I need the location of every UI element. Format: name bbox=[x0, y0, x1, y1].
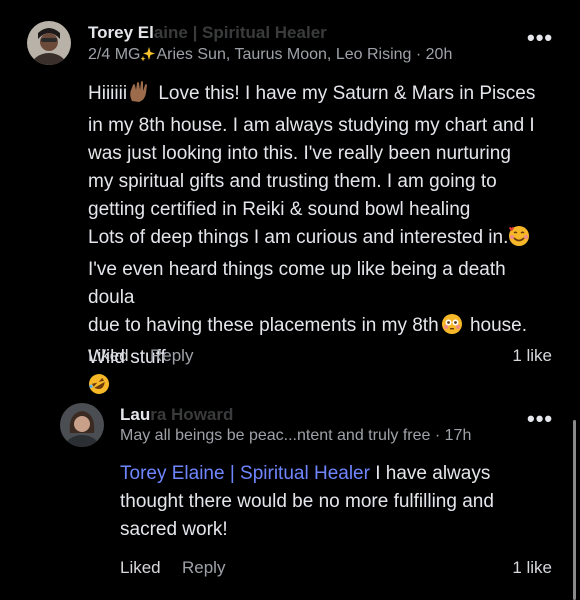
flushed-face-emoji bbox=[441, 313, 463, 344]
avatar[interactable] bbox=[60, 403, 104, 447]
like-count[interactable]: 1 like bbox=[512, 558, 552, 578]
reply-button[interactable]: Reply bbox=[182, 558, 225, 578]
comment-line: Lots of deep things I am curious and int… bbox=[88, 224, 568, 256]
reply-body: Torey Elaine | Spiritual Healer I have a… bbox=[120, 460, 560, 544]
sparkles-emoji bbox=[140, 45, 156, 68]
smiling-face-with-hearts-emoji bbox=[508, 225, 530, 256]
more-options-icon[interactable]: ••• bbox=[527, 27, 553, 49]
mention-link[interactable]: Torey Elaine | Spiritual Healer bbox=[120, 463, 370, 484]
more-options-icon[interactable]: ••• bbox=[527, 408, 553, 430]
reply-line: Torey Elaine | Spiritual Healer I have a… bbox=[120, 463, 491, 484]
comment-line: my spiritual gifts and trusting them. I … bbox=[88, 171, 497, 192]
author-name[interactable]: Torey Elaine | Spiritual Healer bbox=[88, 23, 327, 43]
like-count[interactable]: 1 like bbox=[512, 346, 552, 366]
author-subtitle: 2/4 MG Aries Sun, Taurus Moon, Leo Risin… bbox=[88, 45, 452, 68]
like-button[interactable]: Liked bbox=[120, 558, 161, 578]
author-name[interactable]: Laura Howard bbox=[120, 405, 233, 425]
comment-line: was just looking into this. I've really … bbox=[88, 143, 511, 164]
like-button[interactable]: Liked bbox=[88, 346, 129, 366]
comment-line: in my 8th house. I am always studying my… bbox=[88, 115, 535, 136]
reply-button[interactable]: Reply bbox=[150, 346, 193, 366]
comment-line: Hiiiiii Love this! I have my Saturn & Ma… bbox=[88, 80, 568, 112]
reply-line: thought there would be no more fulfillin… bbox=[120, 491, 494, 512]
comment-line bbox=[88, 372, 568, 404]
author-subtitle: May all beings be peac...ntent and truly… bbox=[120, 427, 472, 444]
avatar[interactable] bbox=[27, 21, 71, 65]
comment-line: getting certified in Reiki & sound bowl … bbox=[88, 199, 471, 220]
rolling-on-floor-laughing-emoji bbox=[88, 373, 110, 404]
comment-line: doula bbox=[88, 287, 135, 308]
comment-line: I've even heard things come up like bein… bbox=[88, 259, 506, 280]
waving-hand-emoji bbox=[127, 81, 153, 112]
scrollbar[interactable] bbox=[573, 420, 576, 600]
reply-line: sacred work! bbox=[120, 519, 228, 540]
